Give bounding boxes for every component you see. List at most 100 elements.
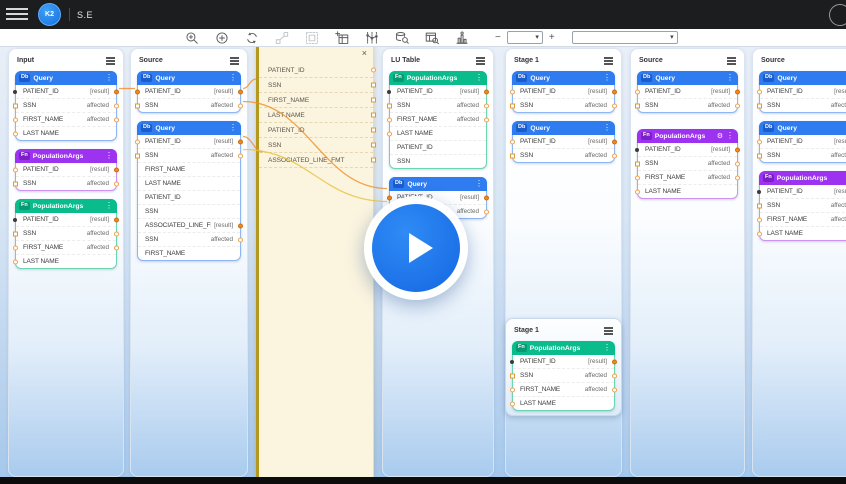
card-query[interactable]: DbQuery⋮PATIENT_ID[result]SSNaffectedFIR… — [137, 121, 241, 261]
panel-menu-icon[interactable] — [604, 330, 613, 332]
field-port[interactable] — [371, 83, 376, 88]
zoom-in-icon[interactable] — [184, 30, 199, 45]
input-port[interactable] — [510, 373, 515, 378]
input-port[interactable] — [510, 103, 515, 108]
input-port[interactable] — [387, 103, 392, 108]
card-header[interactable]: DbQuery⋮ — [512, 121, 615, 135]
output-port[interactable] — [484, 117, 489, 122]
zoom-level-select[interactable]: ▾ — [507, 31, 543, 44]
field-port[interactable] — [371, 113, 376, 118]
input-port[interactable] — [635, 189, 640, 194]
input-port[interactable] — [510, 89, 515, 94]
input-port[interactable] — [135, 153, 140, 158]
input-port[interactable] — [13, 259, 18, 264]
panel-menu-icon[interactable] — [106, 60, 115, 62]
input-port[interactable] — [757, 203, 762, 208]
input-port[interactable] — [135, 103, 140, 108]
card-header[interactable]: FnPopulationArgs⚙⋮ — [637, 129, 738, 143]
card-query[interactable]: DbQuery⋮PATIENT_ID[result]SSNaffectedFIR… — [15, 71, 117, 141]
output-port[interactable] — [114, 89, 119, 94]
gear-icon[interactable]: ⚙ — [717, 133, 723, 140]
output-port[interactable] — [238, 103, 243, 108]
output-port[interactable] — [114, 245, 119, 250]
card-populationargs[interactable]: FnPopulationArgs⋮PATIENT_ID[result]SSNaf… — [512, 341, 615, 411]
card-menu-icon[interactable]: ⋮ — [229, 124, 237, 132]
output-port[interactable] — [238, 139, 243, 144]
output-port[interactable] — [238, 153, 243, 158]
card-query[interactable]: DbQuery⋮PATIENT_ID[result]SSNaffected — [512, 121, 615, 163]
output-port[interactable] — [735, 147, 740, 152]
input-port[interactable] — [635, 148, 639, 152]
card-menu-icon[interactable]: ⋮ — [229, 74, 237, 82]
output-port[interactable] — [612, 387, 617, 392]
field-port[interactable] — [371, 143, 376, 148]
output-port[interactable] — [114, 181, 119, 186]
card-header[interactable]: FnPopulationArgs⋮ — [15, 199, 117, 213]
app-logo[interactable]: K2 — [38, 3, 61, 26]
input-port[interactable] — [13, 218, 17, 222]
field-port[interactable] — [371, 128, 376, 133]
panel-menu-icon[interactable] — [476, 60, 485, 62]
output-port[interactable] — [612, 103, 617, 108]
input-port[interactable] — [13, 231, 18, 236]
output-port[interactable] — [114, 103, 119, 108]
input-port[interactable] — [510, 153, 515, 158]
close-icon[interactable]: × — [362, 49, 367, 58]
card-menu-icon[interactable]: ⋮ — [726, 132, 734, 140]
input-port[interactable] — [13, 167, 18, 172]
field-list-item[interactable]: PATIENT_ID — [259, 63, 373, 78]
input-port[interactable] — [757, 190, 761, 194]
output-port[interactable] — [114, 117, 119, 122]
zoom-in-button[interactable]: + — [546, 33, 558, 43]
card-menu-icon[interactable]: ⋮ — [726, 74, 734, 82]
output-port[interactable] — [612, 139, 617, 144]
output-port[interactable] — [114, 231, 119, 236]
output-port[interactable] — [612, 89, 617, 94]
input-port[interactable] — [635, 175, 640, 180]
field-list-item[interactable]: PATIENT_ID — [259, 123, 373, 138]
input-port[interactable] — [635, 161, 640, 166]
panel-menu-icon[interactable] — [230, 60, 239, 62]
output-port[interactable] — [735, 161, 740, 166]
user-avatar[interactable] — [829, 4, 846, 26]
input-port[interactable] — [757, 139, 762, 144]
input-port[interactable] — [757, 153, 762, 158]
play-button[interactable] — [364, 196, 468, 300]
card-populationargs[interactable]: FnPopulationArgs⋮PATIENT_ID[result]SSNaf… — [15, 149, 117, 191]
card-query[interactable]: DbQuery⋮PATIENT_ID[result]SSNaffected — [759, 121, 846, 163]
hamburger-menu-icon[interactable] — [6, 8, 28, 10]
input-port[interactable] — [510, 387, 515, 392]
card-header[interactable]: DbQuery⋮ — [637, 71, 738, 85]
output-port[interactable] — [114, 167, 119, 172]
card-query[interactable]: DbQuery⋮PATIENT_ID[result]SSNaffected — [137, 71, 241, 113]
output-port[interactable] — [484, 89, 489, 94]
output-port[interactable] — [735, 103, 740, 108]
output-port[interactable] — [238, 223, 243, 228]
output-port[interactable] — [114, 217, 119, 222]
card-menu-icon[interactable]: ⋮ — [475, 74, 483, 82]
input-port[interactable] — [757, 217, 762, 222]
card-header[interactable]: DbQuery⋮ — [759, 121, 846, 135]
add-table-icon[interactable] — [334, 30, 349, 45]
card-header[interactable]: DbQuery⋮ — [512, 71, 615, 85]
field-list-item[interactable]: SSN — [259, 138, 373, 153]
table-search-icon[interactable] — [424, 30, 439, 45]
output-port[interactable] — [612, 359, 617, 364]
output-port[interactable] — [612, 153, 617, 158]
zoom-out-button[interactable]: − — [492, 33, 504, 43]
card-menu-icon[interactable]: ⋮ — [603, 344, 611, 352]
entity-select[interactable]: ▾ — [572, 31, 678, 44]
field-list-item[interactable]: LAST NAME — [259, 108, 373, 123]
card-menu-icon[interactable]: ⋮ — [105, 74, 113, 82]
input-port[interactable] — [13, 245, 18, 250]
card-populationargs[interactable]: FnPopulationArgs⚙⋮PATIENT_ID[result]SSNa… — [637, 129, 738, 199]
input-port[interactable] — [757, 231, 762, 236]
db-search-icon[interactable] — [394, 30, 409, 45]
card-populationargs[interactable]: FnPopulationArgs⋮PATIENT_ID[result]SSNaf… — [15, 199, 117, 269]
input-port[interactable] — [387, 90, 391, 94]
card-header[interactable]: FnPopulationArgs⋮ — [15, 149, 117, 163]
input-port[interactable] — [13, 131, 18, 136]
output-port[interactable] — [484, 195, 489, 200]
card-menu-icon[interactable]: ⋮ — [105, 152, 113, 160]
input-port[interactable] — [135, 89, 140, 94]
